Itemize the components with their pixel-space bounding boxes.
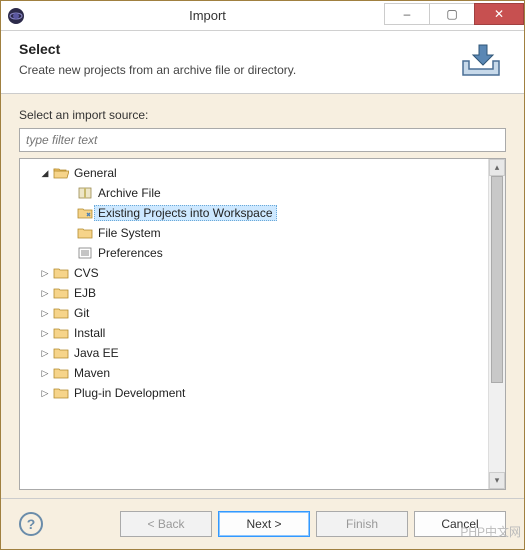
chevron-right-icon[interactable]: ▷ bbox=[38, 308, 52, 319]
help-button[interactable]: ? bbox=[19, 512, 43, 536]
folder-icon bbox=[52, 286, 70, 300]
tree-item[interactable]: ▷ Java EE bbox=[20, 343, 488, 363]
import-icon bbox=[456, 41, 506, 79]
chevron-right-icon[interactable]: ▷ bbox=[38, 368, 52, 379]
tree-item-label: Archive File bbox=[94, 185, 165, 201]
archive-icon bbox=[76, 186, 94, 200]
close-button[interactable]: ✕ bbox=[474, 3, 524, 25]
folder-icon bbox=[52, 266, 70, 280]
wizard-body: Select an import source: ◢ General Archive… bbox=[1, 94, 524, 498]
folder-icon bbox=[52, 346, 70, 360]
import-wizard-window: Import – ▢ ✕ Select Create new projects … bbox=[0, 0, 525, 550]
tree-item-label: Preferences bbox=[94, 245, 167, 261]
tree-item-label: EJB bbox=[70, 285, 100, 301]
chevron-right-icon[interactable]: ▷ bbox=[38, 288, 52, 299]
project-icon bbox=[76, 206, 94, 220]
chevron-right-icon[interactable]: ▷ bbox=[38, 348, 52, 359]
scroll-track[interactable] bbox=[489, 176, 505, 472]
chevron-right-icon[interactable]: ▷ bbox=[38, 388, 52, 399]
page-title: Select bbox=[19, 41, 456, 57]
tree-item-label: General bbox=[70, 165, 121, 181]
tree-item-label: Install bbox=[70, 325, 109, 341]
tree-item-label: Existing Projects into Workspace bbox=[94, 205, 277, 221]
folder-icon bbox=[52, 326, 70, 340]
tree-item-label: Java EE bbox=[70, 345, 123, 361]
chevron-down-icon[interactable]: ◢ bbox=[38, 168, 52, 179]
titlebar: Import – ▢ ✕ bbox=[1, 1, 524, 31]
chevron-right-icon[interactable]: ▷ bbox=[38, 268, 52, 279]
tree-item[interactable]: ▷ Plug-in Development bbox=[20, 383, 488, 403]
source-tree[interactable]: ◢ General Archive File Existing Projects in… bbox=[20, 159, 488, 489]
folder-icon bbox=[52, 366, 70, 380]
tree-item[interactable]: ▷ CVS bbox=[20, 263, 488, 283]
finish-button[interactable]: Finish bbox=[316, 511, 408, 537]
folder-icon bbox=[52, 306, 70, 320]
tree-item-label: CVS bbox=[70, 265, 103, 281]
wizard-footer: ? < Back Next > Finish Cancel bbox=[1, 499, 524, 549]
tree-item[interactable]: Existing Projects into Workspace bbox=[20, 203, 488, 223]
scrollbar[interactable]: ▴ ▾ bbox=[488, 159, 505, 489]
tree-item-label: Maven bbox=[70, 365, 114, 381]
tree-item[interactable]: ▷ Install bbox=[20, 323, 488, 343]
next-button[interactable]: Next > bbox=[218, 511, 310, 537]
filter-input[interactable] bbox=[19, 128, 506, 152]
maximize-button[interactable]: ▢ bbox=[429, 3, 475, 25]
source-tree-container: ◢ General Archive File Existing Projects in… bbox=[19, 158, 506, 490]
window-title: Import bbox=[31, 8, 384, 23]
wizard-header: Select Create new projects from an archi… bbox=[1, 31, 524, 94]
tree-item[interactable]: ◢ General bbox=[20, 163, 488, 183]
tree-item[interactable]: ▷ Maven bbox=[20, 363, 488, 383]
tree-item-label: Git bbox=[70, 305, 93, 321]
folder-open-icon bbox=[52, 166, 70, 180]
cancel-button[interactable]: Cancel bbox=[414, 511, 506, 537]
tree-item[interactable]: File System bbox=[20, 223, 488, 243]
chevron-right-icon[interactable]: ▷ bbox=[38, 328, 52, 339]
scroll-thumb[interactable] bbox=[491, 176, 503, 383]
source-label: Select an import source: bbox=[19, 108, 506, 122]
eclipse-icon bbox=[1, 7, 31, 25]
page-description: Create new projects from an archive file… bbox=[19, 63, 456, 77]
folder-icon bbox=[52, 386, 70, 400]
scroll-up-button[interactable]: ▴ bbox=[489, 159, 505, 176]
tree-item-label: File System bbox=[94, 225, 165, 241]
tree-item[interactable]: Archive File bbox=[20, 183, 488, 203]
tree-item[interactable]: ▷ Git bbox=[20, 303, 488, 323]
tree-item[interactable]: ▷ EJB bbox=[20, 283, 488, 303]
prefs-icon bbox=[76, 246, 94, 260]
back-button[interactable]: < Back bbox=[120, 511, 212, 537]
scroll-down-button[interactable]: ▾ bbox=[489, 472, 505, 489]
tree-item[interactable]: Preferences bbox=[20, 243, 488, 263]
tree-item-label: Plug-in Development bbox=[70, 385, 189, 401]
minimize-button[interactable]: – bbox=[384, 3, 430, 25]
folder-icon bbox=[76, 226, 94, 240]
